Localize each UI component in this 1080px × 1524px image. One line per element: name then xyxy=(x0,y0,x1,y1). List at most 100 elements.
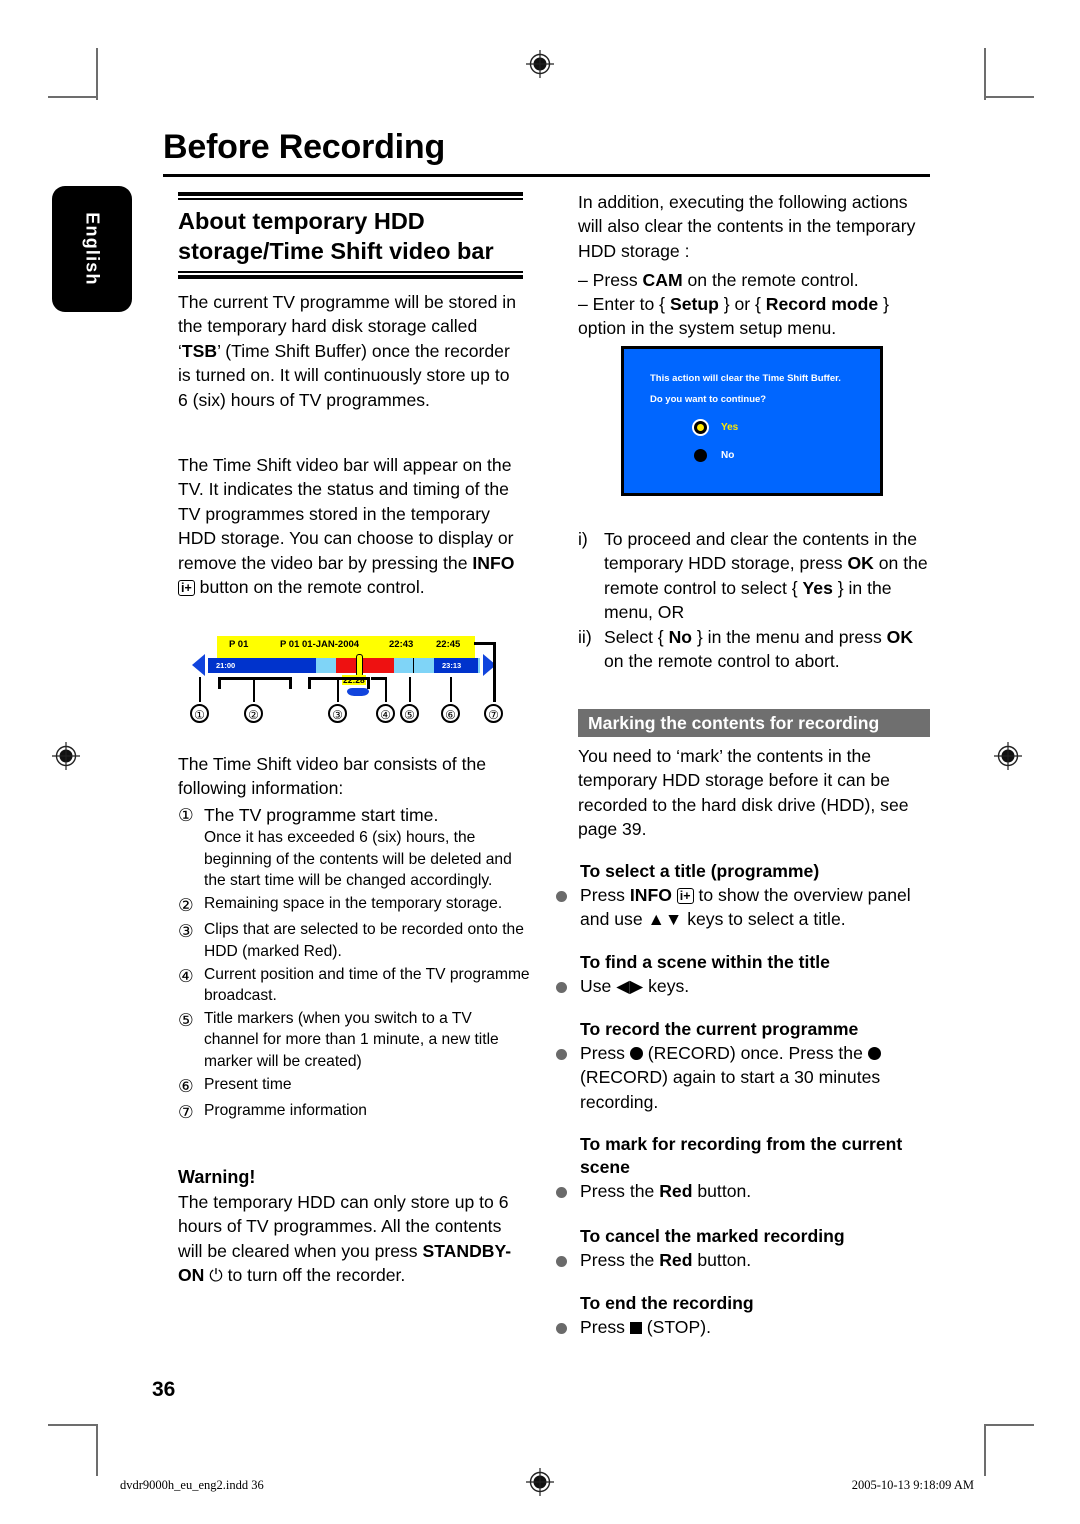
dash2-mid: } or { xyxy=(718,294,766,314)
bullet-pre: Use xyxy=(580,976,617,996)
left-para1-part2: ’ (Time Shift Buffer) once the recorder … xyxy=(178,340,510,410)
videobar-label-time-2245: 22:45 xyxy=(436,639,461,650)
list-item: ⑦ Programme information xyxy=(178,1100,530,1124)
marking-paragraph: You need to ‘mark’ the contents in the t… xyxy=(578,746,909,840)
leader-2-right xyxy=(289,677,292,689)
bullet-post: button. xyxy=(692,1181,752,1201)
list-item-text: The TV programme start time. xyxy=(204,805,439,825)
right-dash-item-1: – Press CAM on the remote control. xyxy=(578,268,930,292)
bullet-post: (RECORD) again to start a 30 minutes rec… xyxy=(580,1067,881,1112)
leader-3-stem xyxy=(337,680,339,702)
bullet-mid: (RECORD) once. Press the xyxy=(642,1043,868,1063)
left-para2-part2: button on the remote control. xyxy=(194,577,425,598)
dialog-option-yes-label: Yes xyxy=(721,422,739,433)
dash1-pre: – Press xyxy=(578,270,643,290)
videobar-label-p01-a: P 01 xyxy=(229,639,249,650)
left-para2-part1: The Time Shift video bar will appear on … xyxy=(178,455,514,573)
bullet-red: Red xyxy=(659,1250,693,1270)
videobar-track[interactable]: 21:00 23:13 xyxy=(208,658,480,673)
list-item: i) To proceed and clear the contents in … xyxy=(578,527,930,625)
bullet-post: (STOP). xyxy=(641,1317,711,1337)
marking-banner: Marking the contents for recording xyxy=(578,709,930,737)
list-item-text: Current position and time of the TV prog… xyxy=(204,965,530,1005)
warning-text: The temporary HDD can only store up to 6… xyxy=(178,1190,523,1289)
power-icon: ⏻ xyxy=(209,1266,223,1286)
roman2-mid: } in the menu and press xyxy=(692,626,887,647)
section-select-title: To select a title (programme) Press INFO… xyxy=(556,860,936,932)
bullet-pre: Press the xyxy=(580,1250,660,1270)
section-record-programme: To record the current programme Press (R… xyxy=(556,1018,936,1114)
videobar-playhead[interactable] xyxy=(356,654,363,677)
section-find-scene: To find a scene within the title Use ◀▶ … xyxy=(556,951,936,998)
bullet-item: Press the Red button. xyxy=(556,1179,936,1203)
roman2-no: No xyxy=(668,626,693,647)
dash1-cam: CAM xyxy=(642,270,683,290)
list-marker: ⑦ xyxy=(178,1102,194,1123)
section-rule-bottom-thick xyxy=(178,275,523,279)
list-marker: ③ xyxy=(178,921,194,942)
record-icon xyxy=(867,1047,881,1060)
section-end-recording: To end the recording Press (STOP). xyxy=(556,1292,936,1339)
videobar-callout-3: ③ xyxy=(328,704,347,723)
bullet-item: Press INFO i+ to show the overview panel… xyxy=(556,883,936,932)
videobar-callout-2: ② xyxy=(244,704,263,723)
roman1-ok: OK xyxy=(847,553,874,574)
warning-block: Warning! The temporary HDD can only stor… xyxy=(178,1165,523,1289)
warning-heading: Warning! xyxy=(178,1167,256,1187)
time-shift-video-bar-figure: P 01 P 01 01-JAN-2004 22:43 22:45 21:00 … xyxy=(186,636,506,724)
bullet-red: Red xyxy=(659,1181,693,1201)
videobar-scroll-left-arrow[interactable] xyxy=(192,654,205,676)
dialog-message-line-1: This action will clear the Time Shift Bu… xyxy=(650,373,841,384)
leader-7-v xyxy=(493,642,496,702)
list-item: ii) Select { No } in the menu and press … xyxy=(578,625,930,674)
list-item: ④ Current position and time of the TV pr… xyxy=(178,964,530,1006)
list-marker: ⑥ xyxy=(178,1075,194,1096)
crop-mark-top-right-h xyxy=(984,96,1034,98)
dialog-option-no[interactable]: No xyxy=(692,449,880,462)
section-heading: To select a title (programme) xyxy=(580,861,820,881)
bullet-dot-icon xyxy=(556,1315,580,1339)
registration-mark-right xyxy=(994,742,1022,770)
leader-5 xyxy=(409,677,411,702)
language-tab: English xyxy=(52,186,132,312)
bullet-info: INFO xyxy=(629,885,672,905)
crop-mark-bottom-right-v xyxy=(984,1424,986,1476)
crop-mark-top-left-h xyxy=(48,96,98,98)
videobar-info-list: ① The TV programme start time. Once it h… xyxy=(178,803,530,1125)
dialog-option-yes[interactable]: Yes xyxy=(692,419,880,436)
list-item-text: Present time xyxy=(204,1075,292,1093)
dash2-pre: – Enter to { xyxy=(578,294,670,314)
videobar-current-position-marker xyxy=(347,688,369,696)
list-item: ③ Clips that are selected to be recorded… xyxy=(178,919,530,961)
list-marker: ⑤ xyxy=(178,1010,194,1031)
bullet-pre: Press xyxy=(580,1043,630,1063)
registration-mark-top xyxy=(526,50,554,78)
crop-mark-bottom-right-h xyxy=(984,1424,1034,1426)
page-title: Before Recording xyxy=(163,128,446,166)
leader-3-right xyxy=(367,677,370,689)
videobar-label-time-2243: 22:43 xyxy=(389,639,414,650)
bullet-post: button. xyxy=(692,1250,752,1270)
page-number: 36 xyxy=(152,1378,176,1401)
dialog-message-line-2: Do you want to continue? xyxy=(650,394,767,405)
list-marker: ④ xyxy=(178,965,194,986)
list-item-text: Clips that are selected to be recorded o… xyxy=(204,921,524,960)
left-para2-info: INFO xyxy=(472,552,515,573)
videobar-title-marker-tick xyxy=(413,658,414,673)
list-item-subtext: Once it has exceeded 6 (six) hours, the … xyxy=(204,829,512,889)
list-marker: ① xyxy=(178,805,194,825)
videobar-end-time: 23:13 xyxy=(442,661,462,670)
footer-filename: dvdr9000h_eu_eng2.indd 36 xyxy=(120,1478,264,1492)
info-icon: i+ xyxy=(676,888,694,904)
warning-part2: to turn off the recorder. xyxy=(222,1265,406,1286)
bullet-pre: Press xyxy=(580,885,630,905)
list-item-text: Remaining space in the temporary storage… xyxy=(204,895,503,913)
leader-1 xyxy=(199,677,201,702)
right-paragraph-1: In addition, executing the following act… xyxy=(578,192,916,261)
dialog-option-no-label: No xyxy=(721,450,735,461)
crop-mark-bottom-left-v xyxy=(96,1424,98,1476)
registration-mark-bottom xyxy=(526,1468,554,1496)
roman2-ok: OK xyxy=(886,626,914,647)
videobar-callout-7: ⑦ xyxy=(484,704,503,723)
videobar-callout-6: ⑥ xyxy=(441,704,460,723)
